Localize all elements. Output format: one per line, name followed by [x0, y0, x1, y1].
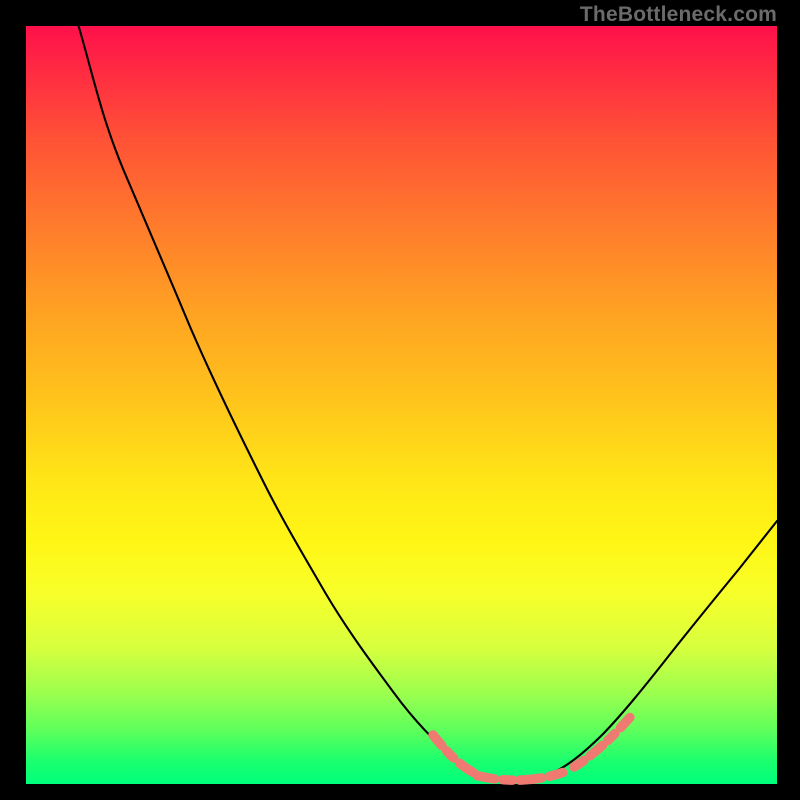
highlight-left — [433, 735, 481, 776]
watermark-text: TheBottleneck.com — [580, 3, 777, 27]
bottleneck-curve — [79, 26, 777, 780]
highlight-right — [574, 713, 634, 767]
plot-frame — [26, 26, 777, 784]
bottleneck-curve-svg — [26, 26, 777, 784]
highlight-floor — [477, 771, 567, 780]
